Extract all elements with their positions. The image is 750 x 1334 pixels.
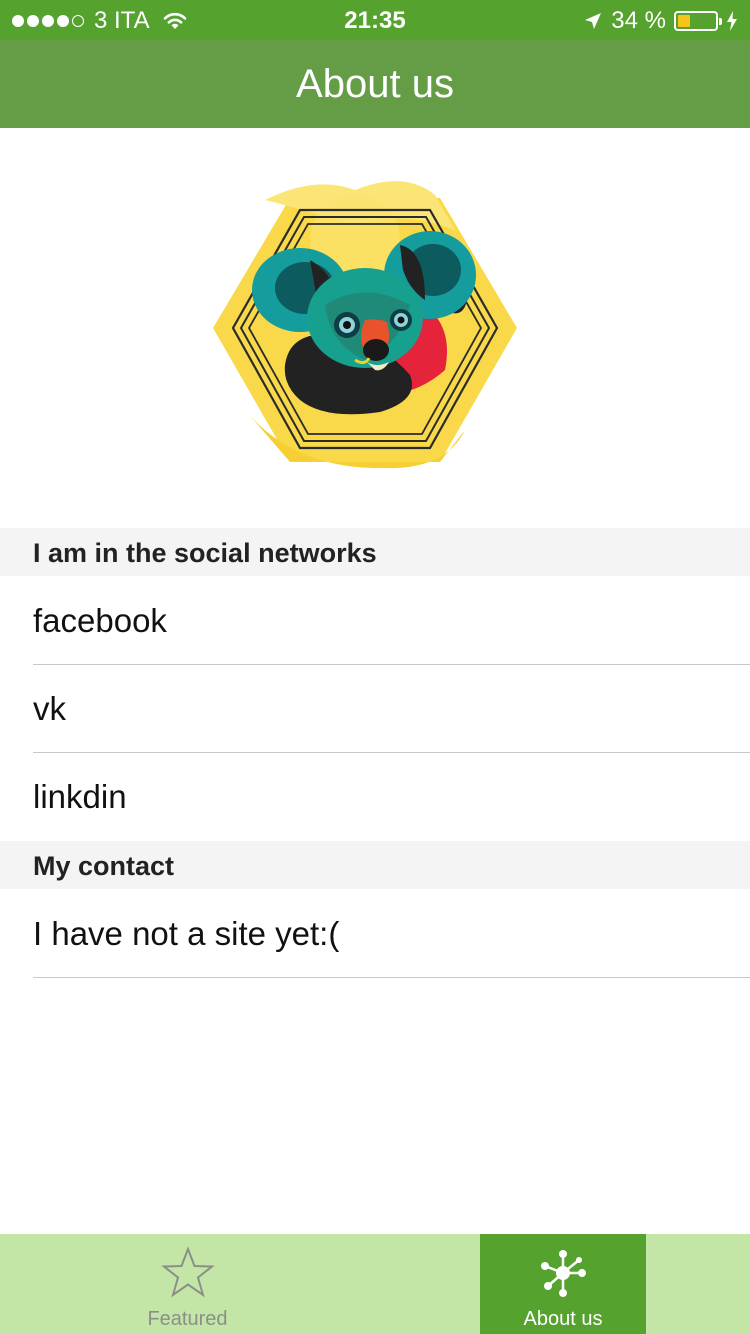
list-item-label: linkdin [33, 778, 127, 815]
tab-label: Featured [147, 1308, 228, 1330]
list-item-label: facebook [33, 602, 167, 639]
list-item-label: I have not a site yet:( [33, 915, 340, 952]
status-right: 34 % [583, 7, 738, 35]
charging-bolt-icon [727, 11, 737, 31]
koala-logo [205, 170, 525, 480]
tab-bar: Featured About us [0, 1234, 750, 1334]
list-item-site[interactable]: I have not a site yet:( [0, 890, 750, 978]
list-item-vk[interactable]: vk [0, 665, 750, 753]
battery-level-fill [678, 15, 690, 27]
navigation-bar: About us [0, 40, 750, 128]
battery-icon [674, 11, 722, 31]
star-icon [160, 1246, 215, 1298]
battery-percentage: 34 % [611, 7, 666, 34]
battery-nub [719, 18, 722, 25]
tab-label: About us [523, 1308, 603, 1330]
network-nodes-icon [541, 1250, 586, 1297]
section-header-my-contact: My contact [0, 841, 750, 889]
tab-about-us[interactable]: About us [480, 1234, 646, 1334]
location-arrow-icon [585, 13, 602, 29]
list-item-label: vk [33, 690, 66, 727]
list-item-facebook[interactable]: facebook [0, 577, 750, 665]
row-separator [33, 977, 750, 978]
tab-featured[interactable]: Featured [0, 1234, 375, 1334]
list-item-linkdin[interactable]: linkdin [0, 753, 750, 841]
koala-logo-image [213, 181, 517, 469]
section-header-social-networks: I am in the social networks [0, 528, 750, 576]
status-bar: 3 ITA 21:35 34 % [0, 0, 750, 40]
page-title: About us [296, 61, 454, 106]
